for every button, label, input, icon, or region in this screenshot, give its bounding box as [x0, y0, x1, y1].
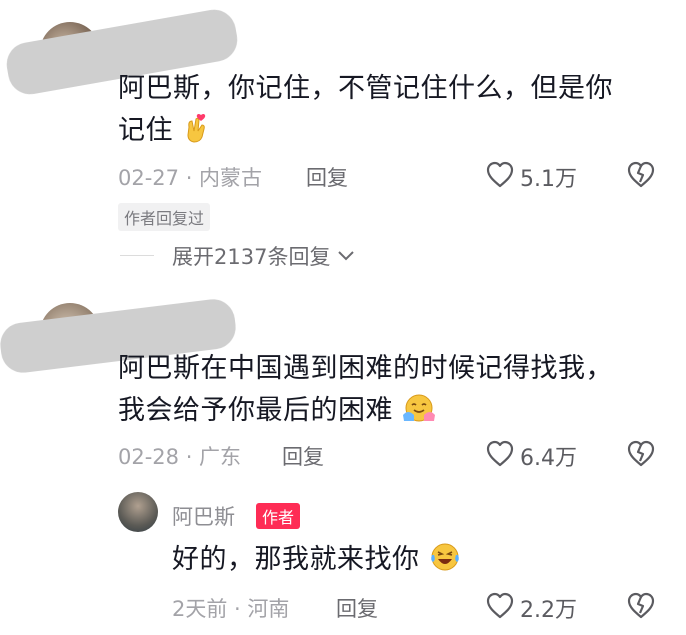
like-count: 2.2万 — [520, 598, 577, 623]
comment-text-line1: 阿巴斯在中国遇到困难的时候记得找我， — [118, 353, 613, 384]
dislike-icon[interactable] — [626, 591, 656, 623]
author-replied-badge: 作者回复过 — [118, 203, 211, 231]
like-count: 6.4万 — [520, 446, 577, 471]
like-icon[interactable] — [485, 591, 515, 623]
comment-text: 阿巴斯在中国遇到困难的时候记得找我， 我会给予你最后的困难 — [118, 348, 678, 436]
like-icon[interactable] — [485, 439, 515, 471]
reply-meta: 2天前 · 河南 — [172, 597, 290, 621]
author-tag: 作者 — [256, 503, 301, 529]
comment-text-line1: 阿巴斯，你记住，不管记住什么，但是你 — [118, 73, 613, 104]
author-avatar[interactable] — [118, 492, 158, 532]
expand-replies-label: 展开2137条回复 — [172, 245, 331, 269]
reply-button[interactable]: 回复 — [282, 441, 324, 471]
comment-meta: 02-27 · 内蒙古 — [118, 166, 263, 190]
expand-replies-button[interactable]: 展开2137条回复 — [172, 241, 355, 271]
comment-meta: 02-28 · 广东 — [118, 445, 242, 469]
reply-button[interactable]: 回复 — [336, 593, 378, 623]
dislike-icon[interactable] — [626, 160, 656, 192]
hug-emoji — [402, 393, 436, 436]
author-name[interactable]: 阿巴斯 — [172, 501, 235, 531]
comment-text-line2: 我会给予你最后的困难 — [118, 395, 393, 426]
divider — [120, 255, 154, 256]
dislike-icon[interactable] — [626, 439, 656, 471]
chevron-down-icon — [337, 243, 355, 267]
like-count: 5.1万 — [520, 167, 577, 192]
reply-text: 好的，那我就来找你 — [172, 539, 652, 585]
comment-text: 阿巴斯，你记住，不管记住什么，但是你 记住 — [118, 68, 658, 156]
reply-button[interactable]: 回复 — [306, 162, 348, 192]
reply-text-content: 好的，那我就来找你 — [172, 544, 420, 575]
like-icon[interactable] — [485, 160, 515, 192]
crossed-fingers-heart-emoji — [182, 113, 210, 156]
laughing-tears-emoji — [429, 542, 461, 585]
comment-text-line2: 记住 — [118, 115, 173, 146]
